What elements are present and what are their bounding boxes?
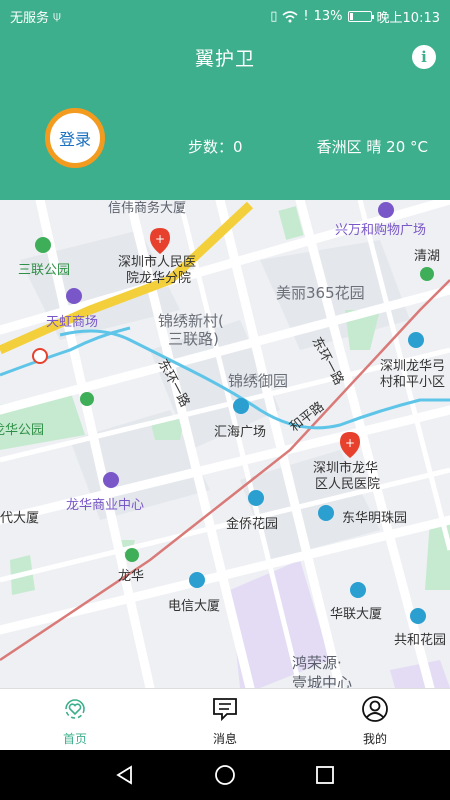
map-label: 东华明珠园 (342, 511, 407, 526)
map-label: 天虹商场 (46, 315, 98, 330)
map-label: 村和平小区 (380, 375, 445, 390)
map-label: 龙华商业中心 (66, 498, 144, 513)
usb-icon: ⍦ (53, 9, 61, 24)
building-icon[interactable] (408, 332, 424, 348)
alert-icon: ! (303, 9, 309, 24)
battery-fill (349, 13, 353, 20)
metro-icon[interactable] (125, 548, 139, 562)
tab-messages-label: 消息 (212, 732, 237, 746)
map-label: 清湖 (414, 249, 440, 264)
step-count: 步数：0 (188, 138, 243, 156)
app-header: 翼护卫 i 登录 步数：0 香洲区 晴 20 °C (0, 30, 450, 200)
weather-info: 香洲区 晴 20 °C (316, 138, 428, 156)
app-title: 翼护卫 (194, 48, 255, 70)
recents-icon[interactable] (314, 764, 336, 786)
map-label: 深圳龙华弓 (380, 359, 445, 374)
bottom-tab-bar: 首页 消息 我的 (0, 688, 450, 750)
building-icon[interactable] (318, 505, 334, 521)
bus-stop-icon[interactable] (32, 348, 48, 364)
map-label: 共和花园 (394, 632, 446, 648)
hospital-pin-icon[interactable]: + (340, 432, 360, 458)
back-icon[interactable] (114, 764, 136, 786)
home-heart-icon (65, 699, 85, 719)
info-icon: i (421, 48, 427, 66)
battery-icon (347, 11, 374, 22)
svg-text:+: + (155, 232, 165, 246)
shopping-icon[interactable] (103, 472, 119, 488)
map-label: 深圳市人民医 (118, 254, 196, 270)
wifi-icon (282, 10, 298, 22)
map-label: 壹城中心 (292, 674, 352, 688)
map-label: 深圳市龙华 (313, 460, 378, 476)
map-label: 院龙华分院 (126, 271, 191, 286)
station-icon[interactable] (80, 392, 94, 406)
shopping-icon[interactable] (66, 288, 82, 304)
map-label: 鸿荣源· (292, 654, 342, 672)
tab-profile-label: 我的 (362, 732, 387, 746)
metro-icon[interactable] (420, 267, 434, 281)
map-label: 区人民医院 (315, 477, 380, 492)
park-icon[interactable] (35, 237, 51, 253)
map-label: 代大厦 (0, 511, 39, 526)
status-bar: 无服务 ⍦ ▯ ! 13% 晚上10:13 (0, 0, 450, 30)
map-label: 金侨花园 (226, 516, 278, 532)
tab-home[interactable]: 首页 (30, 695, 120, 747)
map-label: 三联公园 (18, 263, 70, 278)
svg-text:+: + (345, 436, 355, 450)
info-button[interactable]: i (412, 45, 436, 69)
tab-profile[interactable]: 我的 (330, 695, 420, 747)
carrier-text: 无服务 (10, 11, 50, 26)
battery-percent: 13% (313, 9, 343, 24)
tab-home-label: 首页 (62, 732, 87, 746)
login-button[interactable]: 登录 (45, 108, 105, 168)
map-label: 龙华 (118, 569, 144, 584)
map-canvas[interactable]: + + 信伟商务大厦 深圳市人民医 院龙华分院 兴万和购物广场 清湖 三联公园 … (0, 200, 450, 688)
system-nav-bar (0, 750, 450, 800)
map-view[interactable]: + + 信伟商务大厦 深圳市人民医 院龙华分院 兴万和购物广场 清湖 三联公园 … (0, 200, 450, 688)
building-icon[interactable] (233, 398, 249, 414)
clock: 晚上10:13 (376, 11, 440, 26)
map-label: 华联大厦 (330, 607, 382, 622)
map-label: 锦绣御园 (228, 372, 288, 390)
message-icon (213, 698, 237, 722)
vibrate-icon: ▯ (270, 9, 278, 24)
map-label: 汇海广场 (214, 425, 266, 440)
map-label: 兴万和购物广场 (335, 222, 426, 238)
building-icon[interactable] (189, 572, 205, 588)
map-label: 电信大厦 (168, 599, 220, 614)
building-icon[interactable] (410, 608, 426, 624)
map-label: 三联路) (168, 330, 219, 348)
home-circle-icon[interactable] (214, 764, 236, 786)
hospital-pin-icon[interactable]: + (150, 228, 170, 254)
building-icon[interactable] (248, 490, 264, 506)
building-icon[interactable] (350, 582, 366, 598)
map-label: 锦绣新村( (158, 312, 224, 330)
map-label: 美丽365花园 (276, 284, 365, 302)
map-label: 龙华公园 (0, 423, 44, 438)
map-label: 信伟商务大厦 (108, 200, 186, 216)
profile-icon (362, 696, 388, 722)
tab-messages[interactable]: 消息 (180, 695, 270, 747)
shopping-icon[interactable] (378, 202, 394, 218)
